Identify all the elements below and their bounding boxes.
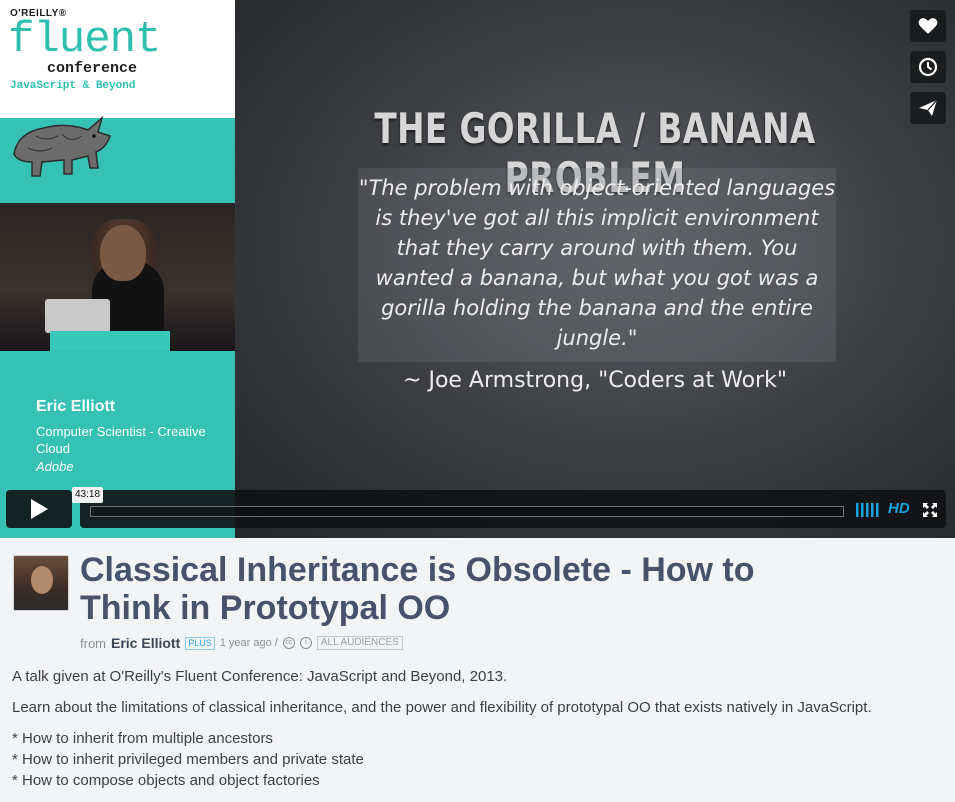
description-bullet: * How to compose objects and object fact… — [12, 772, 320, 789]
description-body: Learn about the limitations of classical… — [12, 699, 872, 716]
attribution-icon[interactable]: i — [299, 637, 312, 649]
play-button[interactable] — [6, 490, 72, 528]
conference-word: conference — [47, 60, 138, 77]
slide-quote: "The problem with object-oriented langua… — [358, 176, 836, 350]
time-indicator: 43:18 — [72, 487, 104, 503]
presenter-name: Eric Elliott — [36, 398, 116, 415]
heart-icon — [918, 18, 938, 34]
video-player[interactable]: O'REILLY® fluent conference JavaScript &… — [0, 0, 955, 538]
conference-name: fluent — [8, 15, 161, 65]
slide-attribution: ~ Joe Armstrong, "Coders at Work" — [403, 368, 787, 393]
rhino-illustration — [13, 115, 111, 177]
speaker-head — [100, 225, 146, 281]
podium — [50, 331, 170, 351]
description-bullet: * How to inherit from multiple ancestors — [12, 730, 273, 747]
from-label: from — [80, 635, 106, 651]
control-bar: HD — [80, 490, 946, 528]
player-controls: HD 43:18 — [6, 487, 946, 528]
author-link[interactable]: Eric Elliott — [111, 635, 180, 651]
posted-time: 1 year ago / — [219, 637, 278, 649]
avatar-face — [31, 566, 53, 594]
laptop — [45, 299, 110, 333]
conference-side-panel: O'REILLY® fluent conference JavaScript &… — [0, 0, 235, 538]
progress-bar[interactable] — [90, 506, 844, 517]
clock-icon — [918, 57, 938, 77]
conference-tagline: JavaScript & Beyond — [10, 80, 136, 92]
video-meta: from Eric Elliott PLUS 1 year ago / cc i… — [80, 635, 403, 651]
presenter-camera-feed — [0, 203, 235, 351]
plus-badge[interactable]: PLUS — [185, 636, 215, 650]
video-title: Classical Inheritance is Obsolete - How … — [80, 551, 755, 627]
presenter-org: Adobe — [36, 459, 74, 474]
description-bullet: * How to inherit privileged members and … — [12, 751, 364, 768]
send-icon — [919, 99, 938, 116]
volume-bars-icon[interactable] — [856, 503, 880, 517]
author-avatar[interactable] — [13, 555, 69, 611]
hd-toggle[interactable]: HD — [888, 500, 910, 517]
description-intro: A talk given at O'Reilly's Fluent Confer… — [12, 668, 508, 685]
audience-badge[interactable]: ALL AUDIENCES — [316, 636, 403, 650]
watch-later-button[interactable] — [910, 51, 946, 83]
fullscreen-icon[interactable] — [923, 503, 937, 517]
creative-commons-icon[interactable]: cc — [282, 637, 295, 649]
video-info: Classical Inheritance is Obsolete - How … — [0, 538, 955, 802]
play-icon — [31, 499, 48, 519]
like-button[interactable] — [910, 10, 946, 42]
presenter-role: Computer Scientist - Creative Cloud — [36, 424, 206, 456]
presentation-slide: THE GORILLA / BANANA PROBLEM "The proble… — [235, 0, 955, 538]
share-button[interactable] — [910, 92, 946, 124]
